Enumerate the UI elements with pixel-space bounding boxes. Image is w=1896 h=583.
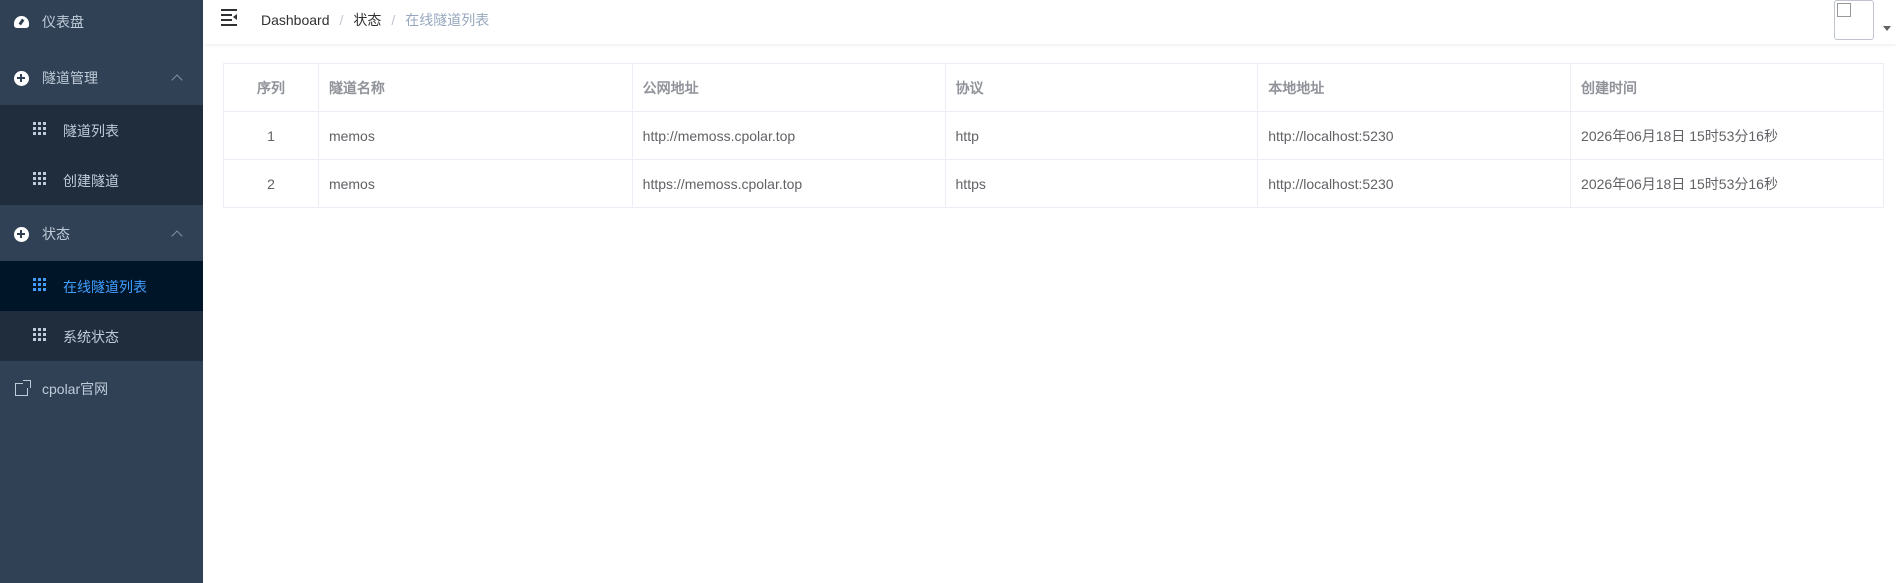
column-header-protocol: 协议 — [944, 63, 1259, 112]
submenu-item-online-tunnels-label: 在线隧道列表 — [63, 279, 147, 295]
cell-created-time: 2026年06月18日 15时53分16秒 — [1570, 159, 1884, 208]
submenu-item-tunnel-list-label: 隧道列表 — [63, 123, 119, 139]
column-header-local-address: 本地地址 — [1257, 63, 1572, 112]
external-link-icon — [13, 379, 31, 397]
sidebar: 仪表盘 隧道管理 隧道列表 创建隧道 状态 在线隧道列表 系统状态 cpolar… — [0, 0, 203, 583]
breadcrumb-status[interactable]: 状态 — [353, 10, 381, 30]
dashboard-gauge-icon — [13, 14, 29, 30]
navbar: Dashboard / 状态 / 在线隧道列表 — [203, 0, 1896, 44]
caret-down-icon[interactable] — [1883, 26, 1891, 31]
breadcrumb-separator: / — [391, 12, 396, 28]
submenu-item-system-status-label: 系统状态 — [63, 329, 119, 345]
online-tunnels-table: 序列 隧道名称 公网地址 协议 本地地址 创建时间 1 memos http:/… — [223, 63, 1884, 208]
submenu-item-online-tunnels[interactable]: 在线隧道列表 — [0, 261, 203, 311]
column-header-created-time: 创建时间 — [1570, 63, 1884, 112]
cell-local-address: http://localhost:5230 — [1257, 159, 1572, 208]
breadcrumb: Dashboard / 状态 / 在线隧道列表 — [261, 10, 489, 30]
table-row: 1 memos http://memoss.cpolar.top http ht… — [223, 111, 1884, 160]
menu-item-dashboard-label: 仪表盘 — [42, 14, 84, 30]
cell-public-address: https://memoss.cpolar.top — [631, 159, 946, 208]
submenu-item-create-tunnel-label: 创建隧道 — [63, 173, 119, 189]
breadcrumb-separator: / — [339, 12, 344, 28]
cell-created-time: 2026年06月18日 15时53分16秒 — [1570, 111, 1884, 160]
grid-icon — [33, 172, 47, 186]
cell-index: 2 — [223, 159, 319, 208]
cell-tunnel-name: memos — [317, 159, 633, 208]
breadcrumb-current: 在线隧道列表 — [405, 12, 490, 28]
cell-protocol: https — [944, 159, 1259, 208]
menu-item-tunnel-management-label: 隧道管理 — [42, 70, 98, 86]
menu-item-cpolar-website-label: cpolar官网 — [42, 381, 109, 397]
table-row: 2 memos https://memoss.cpolar.top https … — [223, 159, 1884, 208]
submenu-item-system-status[interactable]: 系统状态 — [0, 311, 203, 361]
column-header-index: 序列 — [223, 63, 319, 112]
chevron-up-icon — [171, 74, 183, 86]
circle-plus-icon — [13, 226, 29, 242]
menu-item-cpolar-website[interactable]: cpolar官网 — [0, 363, 203, 415]
hamburger-menu-icon[interactable] — [221, 9, 239, 26]
menu-item-tunnel-management[interactable]: 隧道管理 — [0, 52, 203, 104]
cell-tunnel-name: memos — [317, 111, 633, 160]
cell-local-address: http://localhost:5230 — [1257, 111, 1572, 160]
column-header-public-address: 公网地址 — [631, 63, 946, 112]
submenu-item-tunnel-list[interactable]: 隧道列表 — [0, 105, 203, 155]
cell-protocol: http — [944, 111, 1259, 160]
table-header-row: 序列 隧道名称 公网地址 协议 本地地址 创建时间 — [223, 63, 1884, 112]
chevron-up-icon — [171, 230, 183, 242]
breadcrumb-dashboard[interactable]: Dashboard — [261, 12, 330, 28]
column-header-tunnel-name: 隧道名称 — [317, 63, 633, 112]
grid-icon — [33, 328, 47, 342]
circle-plus-icon — [13, 70, 29, 86]
cell-public-address: http://memoss.cpolar.top — [631, 111, 946, 160]
menu-item-status[interactable]: 状态 — [0, 208, 203, 260]
menu-item-status-label: 状态 — [42, 226, 70, 242]
menu-item-dashboard[interactable]: 仪表盘 — [0, 0, 203, 44]
cell-index: 1 — [223, 111, 319, 160]
grid-icon — [33, 278, 47, 292]
avatar[interactable] — [1834, 0, 1874, 40]
grid-icon — [33, 122, 47, 136]
submenu-item-create-tunnel[interactable]: 创建隧道 — [0, 155, 203, 205]
